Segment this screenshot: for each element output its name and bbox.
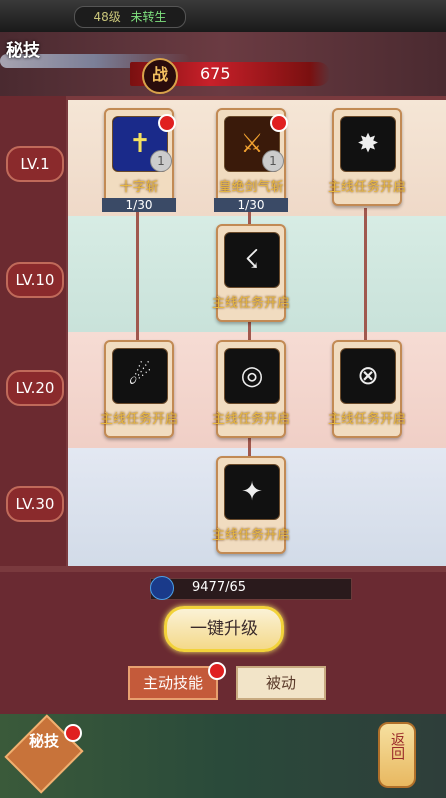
level-text: 48级: [93, 10, 121, 24]
rebirth-text: 未转生: [130, 10, 167, 24]
footer-skill-label: 秘技: [28, 732, 59, 750]
skill-card[interactable]: ☇ 主线任务开启: [212, 224, 290, 322]
power-icon: 战: [142, 58, 178, 94]
skill-card[interactable]: ✦ 主线任务开启: [212, 456, 290, 554]
tab-passive-skills[interactable]: 被动: [236, 666, 326, 700]
flame-claw-icon: ✸: [340, 116, 396, 172]
back-label: 返回: [389, 732, 405, 760]
notification-dot: [208, 662, 226, 680]
power-value: 675: [200, 64, 231, 83]
skill-name: 主线任务开启: [211, 528, 290, 543]
skill-name: 皇绝剑气斩: [218, 180, 284, 195]
skill-name: 主线任务开启: [99, 412, 178, 427]
skill-name: 十字斩: [119, 180, 159, 195]
skill-card[interactable]: ✸ 主线任务开启: [328, 108, 406, 206]
back-button[interactable]: 返回: [378, 722, 416, 788]
skill-card[interactable]: ✝ 1 十字斩 1/30: [102, 108, 176, 212]
ring-icon: ◎: [224, 348, 280, 404]
skill-count-badge: 1: [150, 150, 172, 172]
slash-icon: ☇: [224, 232, 280, 288]
skill-card[interactable]: ◎ 主线任务开启: [212, 340, 290, 438]
energy-bar: [150, 578, 352, 600]
skill-name: 主线任务开启: [211, 296, 290, 311]
skill-count-badge: 1: [262, 150, 284, 172]
level-pill: 48级 未转生: [74, 6, 186, 28]
level-badge-1: LV.1: [6, 146, 64, 182]
energy-icon: [150, 576, 174, 600]
skill-progress: 1/30: [214, 198, 288, 212]
page-title: 秘技: [6, 41, 40, 61]
skill-card[interactable]: ⚔ 1 皇绝剑气斩 1/30: [214, 108, 288, 212]
notification-dot: [270, 114, 288, 132]
wind-icon: ☄: [112, 348, 168, 404]
skill-progress: 1/30: [102, 198, 176, 212]
tab-active-skills[interactable]: 主动技能: [128, 666, 218, 700]
notification-dot: [64, 724, 82, 742]
skill-name: 主线任务开启: [327, 412, 406, 427]
connector-line: [136, 208, 139, 344]
connector-line: [364, 208, 367, 344]
energy-value: 9477/65: [192, 580, 247, 595]
level-badge-30: LV.30: [6, 486, 64, 522]
skill-name: 主线任务开启: [327, 180, 406, 195]
blade-orb-icon: ⊗: [340, 348, 396, 404]
top-status-bar: 48级 未转生: [0, 0, 446, 32]
skill-name: 主线任务开启: [211, 412, 290, 427]
level-badge-20: LV.20: [6, 370, 64, 406]
skill-card[interactable]: ☄ 主线任务开启: [100, 340, 178, 438]
notification-dot: [158, 114, 176, 132]
sword-rain-icon: ✦: [224, 464, 280, 520]
upgrade-all-button[interactable]: 一键升级: [164, 606, 284, 652]
skill-card[interactable]: ⊗ 主线任务开启: [328, 340, 406, 438]
level-badge-10: LV.10: [6, 262, 64, 298]
